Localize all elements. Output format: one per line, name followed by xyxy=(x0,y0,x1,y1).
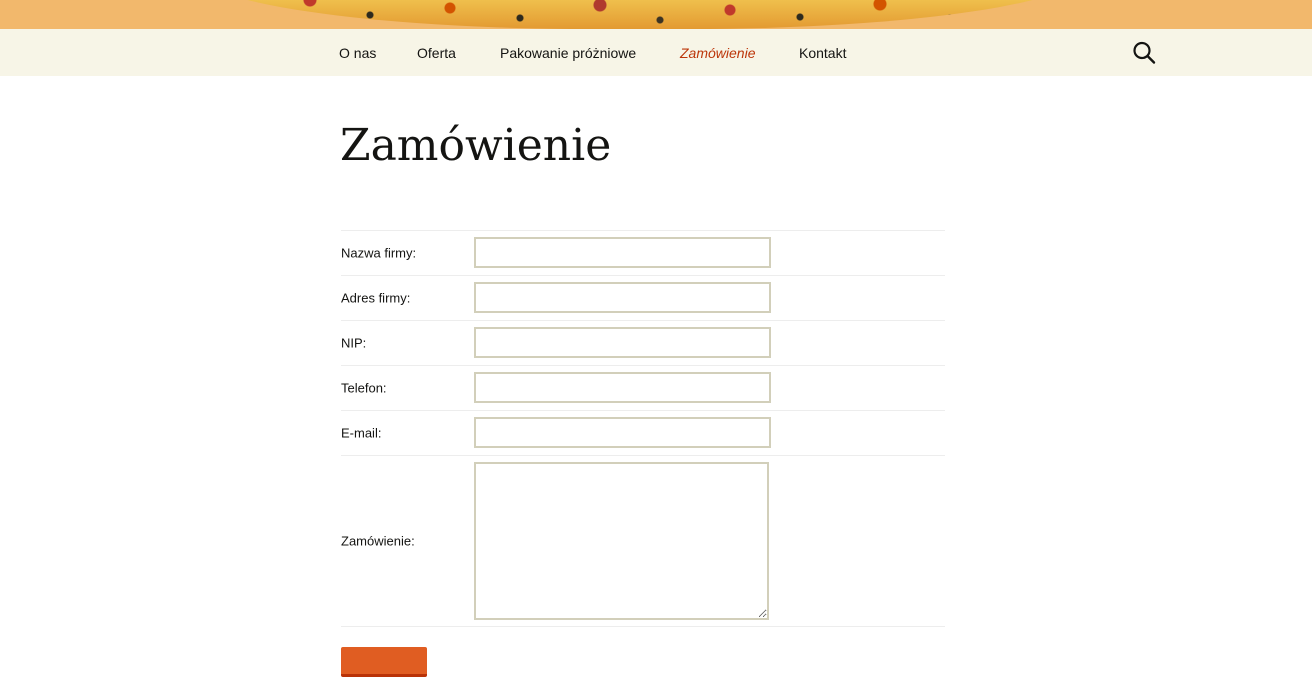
form-row-order: Zamówienie: xyxy=(341,455,945,627)
header-banner xyxy=(0,0,1312,29)
search-button[interactable] xyxy=(1130,39,1158,67)
order-form: Nazwa firmy: Adres firmy: NIP: Telefon: … xyxy=(341,230,945,627)
page-title: Zamówienie xyxy=(340,120,612,171)
email-input[interactable] xyxy=(474,417,771,448)
order-textarea[interactable] xyxy=(474,462,769,620)
email-label: E-mail: xyxy=(341,425,382,441)
order-label: Zamówienie: xyxy=(341,533,415,549)
form-row-company-name: Nazwa firmy: xyxy=(341,230,945,275)
company-address-label: Adres firmy: xyxy=(341,290,411,306)
company-address-input[interactable] xyxy=(474,282,771,313)
search-icon xyxy=(1133,41,1156,64)
form-row-nip: NIP: xyxy=(341,320,945,365)
form-row-company-address: Adres firmy: xyxy=(341,275,945,320)
nav-item-kontakt[interactable]: Kontakt xyxy=(799,29,846,76)
company-name-label: Nazwa firmy: xyxy=(341,245,417,261)
nav-item-pakowanie-prozniowe[interactable]: Pakowanie próżniowe xyxy=(500,29,636,76)
nav-item-zamowienie[interactable]: Zamówienie xyxy=(680,29,755,76)
nav-item-o-nas[interactable]: O nas xyxy=(339,29,376,76)
pizza-photo xyxy=(190,0,1090,29)
nip-input[interactable] xyxy=(474,327,771,358)
main-navigation: O nas Oferta Pakowanie próżniowe Zamówie… xyxy=(0,29,1312,76)
submit-button[interactable] xyxy=(341,647,427,677)
company-name-input[interactable] xyxy=(474,237,771,268)
phone-label: Telefon: xyxy=(341,380,387,396)
form-row-phone: Telefon: xyxy=(341,365,945,410)
phone-input[interactable] xyxy=(474,372,771,403)
nip-label: NIP: xyxy=(341,335,367,351)
form-row-email: E-mail: xyxy=(341,410,945,455)
nav-item-oferta[interactable]: Oferta xyxy=(417,29,456,76)
